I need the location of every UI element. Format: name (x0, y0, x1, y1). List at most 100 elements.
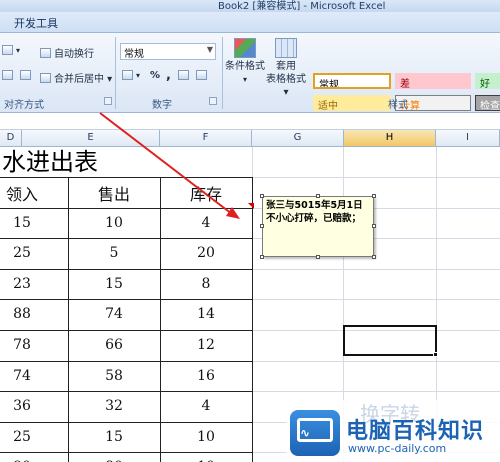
currency-icon (122, 70, 133, 80)
table-cell[interactable]: 20 (162, 245, 250, 261)
alignment-dialog-launcher[interactable] (104, 97, 112, 105)
column-header-i[interactable]: I (436, 130, 500, 147)
table-cell[interactable]: 36 (0, 398, 66, 414)
percent-style-button[interactable]: % (150, 70, 160, 81)
number-dialog-launcher[interactable] (209, 97, 217, 105)
comment-resize-handle[interactable] (316, 255, 320, 259)
table-border (0, 391, 253, 393)
comment-resize-handle[interactable] (260, 224, 264, 228)
table-cell[interactable]: 23 (0, 276, 66, 292)
table-cell[interactable]: 74 (0, 368, 66, 384)
table-border (0, 452, 253, 454)
table-cell[interactable]: 58 (70, 368, 158, 384)
alignment-group-label: 对齐方式 (4, 100, 44, 111)
wrap-text-button[interactable]: 自动换行 (40, 45, 94, 60)
conditional-format-button[interactable]: 条件格式 ▾ (225, 38, 265, 86)
table-header-cell[interactable]: 领入 (0, 181, 66, 205)
table-cell[interactable]: 4 (162, 215, 250, 231)
table-cell[interactable]: 15 (0, 215, 66, 231)
increase-decimal-button[interactable] (178, 70, 189, 80)
wrap-text-label: 自动换行 (54, 49, 94, 60)
cell-style-swatch[interactable]: 常规 (313, 73, 391, 89)
table-icon (275, 38, 297, 58)
table-cell[interactable]: 25 (0, 245, 66, 261)
ribbon: ▾ 自动换行 合并后居中 ▾ 对齐方式 常规 ▼ ▾ % , 数字 条件格式 ▾… (0, 33, 500, 113)
indent-increase-button[interactable] (20, 70, 31, 80)
comment-resize-handle[interactable] (316, 194, 320, 198)
comment-resize-handle[interactable] (372, 194, 376, 198)
format-as-table-button[interactable]: 套用 表格格式 ▾ (266, 38, 306, 99)
table-border (68, 177, 69, 462)
table-cell[interactable]: 32 (70, 398, 158, 414)
comment-resize-handle[interactable] (372, 224, 376, 228)
watermark-title: 电脑百科知识 (346, 419, 485, 444)
formula-bar[interactable] (0, 113, 500, 130)
table-border (0, 207, 253, 209)
table-cell[interactable]: 5 (70, 245, 158, 261)
selected-cell[interactable] (343, 325, 437, 356)
comma-label: , (166, 68, 171, 83)
comment-indicator (248, 203, 254, 209)
table-border (0, 360, 253, 362)
accounting-format-button[interactable]: ▾ (122, 70, 140, 80)
table-cell[interactable]: 14 (162, 306, 250, 322)
table-cell[interactable]: 10 (70, 215, 158, 231)
table-header-cell[interactable]: 售出 (70, 181, 158, 205)
comma-style-button[interactable]: , (166, 68, 171, 83)
cell-style-swatch[interactable]: 差 (395, 73, 471, 89)
styles-group-label: 样式 (388, 100, 408, 111)
conditional-format-label: 条件格式 (225, 61, 265, 72)
format-as-table-label-2: 表格格式 ▾ (266, 74, 306, 98)
table-cell[interactable]: 4 (162, 398, 250, 414)
table-cell[interactable]: 88 (0, 306, 66, 322)
cell-style-swatch[interactable]: 适中 (313, 95, 391, 111)
column-header-h[interactable]: H (344, 130, 436, 147)
decrease-decimal-button[interactable] (196, 70, 207, 80)
number-format-value: 常规 (124, 49, 144, 60)
table-border (0, 177, 253, 178)
table-border (0, 238, 253, 240)
comment-resize-handle[interactable] (260, 194, 264, 198)
cell-style-swatch[interactable]: 检查 (475, 95, 500, 111)
table-header-cell[interactable]: 库存 (162, 181, 250, 205)
comment-resize-handle[interactable] (260, 255, 264, 259)
percent-label: % (150, 70, 161, 81)
ribbon-tab-row: 开发工具 (0, 12, 500, 33)
column-header-d[interactable]: D (0, 130, 22, 147)
fill-handle[interactable] (433, 352, 438, 357)
cell-style-swatch[interactable]: 好 (475, 73, 500, 89)
table-cell[interactable]: 74 (70, 306, 158, 322)
column-header-g[interactable]: G (252, 130, 344, 147)
table-cell[interactable]: 16 (162, 368, 250, 384)
table-cell[interactable]: 10 (162, 429, 250, 445)
table-cell[interactable]: 15 (70, 429, 158, 445)
column-header-f[interactable]: F (160, 130, 252, 147)
comment-text: 张三与5015年5月1日不小心打碎，已赔款； (266, 200, 363, 224)
wrap-text-icon (40, 47, 51, 58)
cell-comment[interactable]: 张三与5015年5月1日不小心打碎，已赔款； (262, 196, 374, 257)
column-header-e[interactable]: E (22, 130, 160, 147)
table-border (0, 330, 253, 331)
orientation-button[interactable]: ▾ (2, 45, 20, 55)
table-cell[interactable]: 15 (70, 276, 158, 292)
indent-decrease-button[interactable] (2, 70, 13, 80)
group-separator (222, 37, 223, 109)
indent-increase-icon (20, 70, 31, 80)
table-cell[interactable]: 66 (70, 337, 158, 353)
merge-center-icon (40, 72, 51, 83)
table-cell[interactable]: 8 (162, 276, 250, 292)
table-cell[interactable]: 78 (0, 337, 66, 353)
table-cell[interactable]: 25 (0, 429, 66, 445)
number-format-select[interactable]: 常规 ▼ (120, 43, 216, 60)
indent-decrease-icon (2, 70, 13, 80)
table-border (252, 177, 253, 462)
comment-resize-handle[interactable] (372, 255, 376, 259)
decrease-decimal-icon (196, 70, 207, 80)
format-as-table-label-1: 套用 (276, 61, 296, 72)
table-border (0, 299, 253, 301)
table-cell[interactable]: 12 (162, 337, 250, 353)
merge-center-button[interactable]: 合并后居中 ▾ (40, 70, 112, 85)
table-border (0, 268, 253, 270)
table-border (0, 421, 253, 423)
tab-developer[interactable]: 开发工具 (14, 15, 58, 31)
